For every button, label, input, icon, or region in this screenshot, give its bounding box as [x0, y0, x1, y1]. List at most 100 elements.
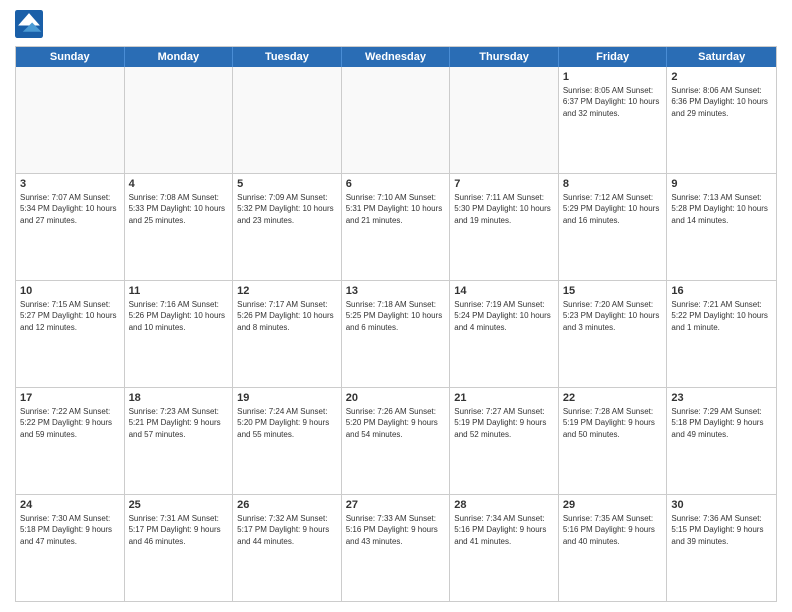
cal-header-thursday: Thursday: [450, 47, 559, 67]
day-number: 13: [346, 284, 446, 298]
cal-cell: 13Sunrise: 7:18 AM Sunset: 5:25 PM Dayli…: [342, 281, 451, 387]
day-info: Sunrise: 7:30 AM Sunset: 5:18 PM Dayligh…: [20, 513, 120, 547]
logo-icon: [15, 10, 43, 38]
day-info: Sunrise: 7:21 AM Sunset: 5:22 PM Dayligh…: [671, 299, 772, 333]
day-info: Sunrise: 7:28 AM Sunset: 5:19 PM Dayligh…: [563, 406, 663, 440]
day-number: 26: [237, 498, 337, 512]
cal-cell: 18Sunrise: 7:23 AM Sunset: 5:21 PM Dayli…: [125, 388, 234, 494]
day-number: 2: [671, 70, 772, 84]
day-number: 4: [129, 177, 229, 191]
cal-cell: 5Sunrise: 7:09 AM Sunset: 5:32 PM Daylig…: [233, 174, 342, 280]
calendar-body: 1Sunrise: 8:05 AM Sunset: 6:37 PM Daylig…: [16, 67, 776, 601]
day-number: 24: [20, 498, 120, 512]
day-info: Sunrise: 7:27 AM Sunset: 5:19 PM Dayligh…: [454, 406, 554, 440]
day-info: Sunrise: 8:06 AM Sunset: 6:36 PM Dayligh…: [671, 85, 772, 119]
day-info: Sunrise: 7:08 AM Sunset: 5:33 PM Dayligh…: [129, 192, 229, 226]
day-info: Sunrise: 7:35 AM Sunset: 5:16 PM Dayligh…: [563, 513, 663, 547]
cal-cell: 28Sunrise: 7:34 AM Sunset: 5:16 PM Dayli…: [450, 495, 559, 601]
cal-cell: 21Sunrise: 7:27 AM Sunset: 5:19 PM Dayli…: [450, 388, 559, 494]
day-info: Sunrise: 7:33 AM Sunset: 5:16 PM Dayligh…: [346, 513, 446, 547]
day-info: Sunrise: 7:32 AM Sunset: 5:17 PM Dayligh…: [237, 513, 337, 547]
day-info: Sunrise: 7:34 AM Sunset: 5:16 PM Dayligh…: [454, 513, 554, 547]
day-info: Sunrise: 7:26 AM Sunset: 5:20 PM Dayligh…: [346, 406, 446, 440]
day-info: Sunrise: 7:31 AM Sunset: 5:17 PM Dayligh…: [129, 513, 229, 547]
calendar-header-row: SundayMondayTuesdayWednesdayThursdayFrid…: [16, 47, 776, 67]
day-number: 15: [563, 284, 663, 298]
day-info: Sunrise: 7:36 AM Sunset: 5:15 PM Dayligh…: [671, 513, 772, 547]
cal-cell: 22Sunrise: 7:28 AM Sunset: 5:19 PM Dayli…: [559, 388, 668, 494]
cal-cell: 30Sunrise: 7:36 AM Sunset: 5:15 PM Dayli…: [667, 495, 776, 601]
day-number: 14: [454, 284, 554, 298]
cal-cell: 20Sunrise: 7:26 AM Sunset: 5:20 PM Dayli…: [342, 388, 451, 494]
day-number: 12: [237, 284, 337, 298]
cal-header-tuesday: Tuesday: [233, 47, 342, 67]
cal-cell: 16Sunrise: 7:21 AM Sunset: 5:22 PM Dayli…: [667, 281, 776, 387]
cal-cell: 1Sunrise: 8:05 AM Sunset: 6:37 PM Daylig…: [559, 67, 668, 173]
cal-cell: 29Sunrise: 7:35 AM Sunset: 5:16 PM Dayli…: [559, 495, 668, 601]
day-info: Sunrise: 7:23 AM Sunset: 5:21 PM Dayligh…: [129, 406, 229, 440]
cal-row-0: 1Sunrise: 8:05 AM Sunset: 6:37 PM Daylig…: [16, 67, 776, 174]
day-number: 30: [671, 498, 772, 512]
day-number: 21: [454, 391, 554, 405]
day-number: 1: [563, 70, 663, 84]
page: SundayMondayTuesdayWednesdayThursdayFrid…: [0, 0, 792, 612]
cal-header-saturday: Saturday: [667, 47, 776, 67]
day-info: Sunrise: 8:05 AM Sunset: 6:37 PM Dayligh…: [563, 85, 663, 119]
day-number: 7: [454, 177, 554, 191]
day-number: 29: [563, 498, 663, 512]
cal-cell: 23Sunrise: 7:29 AM Sunset: 5:18 PM Dayli…: [667, 388, 776, 494]
day-number: 5: [237, 177, 337, 191]
cal-cell: 17Sunrise: 7:22 AM Sunset: 5:22 PM Dayli…: [16, 388, 125, 494]
cal-cell: 26Sunrise: 7:32 AM Sunset: 5:17 PM Dayli…: [233, 495, 342, 601]
day-info: Sunrise: 7:22 AM Sunset: 5:22 PM Dayligh…: [20, 406, 120, 440]
header: [15, 10, 777, 38]
cal-row-4: 24Sunrise: 7:30 AM Sunset: 5:18 PM Dayli…: [16, 495, 776, 601]
day-number: 9: [671, 177, 772, 191]
day-number: 16: [671, 284, 772, 298]
calendar: SundayMondayTuesdayWednesdayThursdayFrid…: [15, 46, 777, 602]
cal-cell: 9Sunrise: 7:13 AM Sunset: 5:28 PM Daylig…: [667, 174, 776, 280]
day-info: Sunrise: 7:18 AM Sunset: 5:25 PM Dayligh…: [346, 299, 446, 333]
day-info: Sunrise: 7:07 AM Sunset: 5:34 PM Dayligh…: [20, 192, 120, 226]
cal-cell: 6Sunrise: 7:10 AM Sunset: 5:31 PM Daylig…: [342, 174, 451, 280]
cal-cell: 3Sunrise: 7:07 AM Sunset: 5:34 PM Daylig…: [16, 174, 125, 280]
cal-cell: 25Sunrise: 7:31 AM Sunset: 5:17 PM Dayli…: [125, 495, 234, 601]
day-number: 19: [237, 391, 337, 405]
day-number: 10: [20, 284, 120, 298]
cal-cell: 15Sunrise: 7:20 AM Sunset: 5:23 PM Dayli…: [559, 281, 668, 387]
cal-header-monday: Monday: [125, 47, 234, 67]
day-info: Sunrise: 7:11 AM Sunset: 5:30 PM Dayligh…: [454, 192, 554, 226]
cal-row-2: 10Sunrise: 7:15 AM Sunset: 5:27 PM Dayli…: [16, 281, 776, 388]
day-number: 23: [671, 391, 772, 405]
day-number: 28: [454, 498, 554, 512]
cal-header-sunday: Sunday: [16, 47, 125, 67]
cal-cell: 10Sunrise: 7:15 AM Sunset: 5:27 PM Dayli…: [16, 281, 125, 387]
cal-cell: 8Sunrise: 7:12 AM Sunset: 5:29 PM Daylig…: [559, 174, 668, 280]
cal-cell: 12Sunrise: 7:17 AM Sunset: 5:26 PM Dayli…: [233, 281, 342, 387]
day-info: Sunrise: 7:24 AM Sunset: 5:20 PM Dayligh…: [237, 406, 337, 440]
cal-cell: 27Sunrise: 7:33 AM Sunset: 5:16 PM Dayli…: [342, 495, 451, 601]
day-info: Sunrise: 7:13 AM Sunset: 5:28 PM Dayligh…: [671, 192, 772, 226]
cal-row-1: 3Sunrise: 7:07 AM Sunset: 5:34 PM Daylig…: [16, 174, 776, 281]
cal-header-friday: Friday: [559, 47, 668, 67]
logo: [15, 10, 47, 38]
cal-cell: 7Sunrise: 7:11 AM Sunset: 5:30 PM Daylig…: [450, 174, 559, 280]
day-number: 17: [20, 391, 120, 405]
cal-cell: 4Sunrise: 7:08 AM Sunset: 5:33 PM Daylig…: [125, 174, 234, 280]
cal-cell: 19Sunrise: 7:24 AM Sunset: 5:20 PM Dayli…: [233, 388, 342, 494]
day-info: Sunrise: 7:19 AM Sunset: 5:24 PM Dayligh…: [454, 299, 554, 333]
day-number: 18: [129, 391, 229, 405]
day-number: 22: [563, 391, 663, 405]
cal-cell: [450, 67, 559, 173]
cal-cell: [342, 67, 451, 173]
day-info: Sunrise: 7:09 AM Sunset: 5:32 PM Dayligh…: [237, 192, 337, 226]
cal-cell: [233, 67, 342, 173]
day-info: Sunrise: 7:20 AM Sunset: 5:23 PM Dayligh…: [563, 299, 663, 333]
day-info: Sunrise: 7:10 AM Sunset: 5:31 PM Dayligh…: [346, 192, 446, 226]
day-info: Sunrise: 7:29 AM Sunset: 5:18 PM Dayligh…: [671, 406, 772, 440]
day-number: 6: [346, 177, 446, 191]
day-number: 3: [20, 177, 120, 191]
cal-header-wednesday: Wednesday: [342, 47, 451, 67]
cal-cell: 2Sunrise: 8:06 AM Sunset: 6:36 PM Daylig…: [667, 67, 776, 173]
day-number: 11: [129, 284, 229, 298]
